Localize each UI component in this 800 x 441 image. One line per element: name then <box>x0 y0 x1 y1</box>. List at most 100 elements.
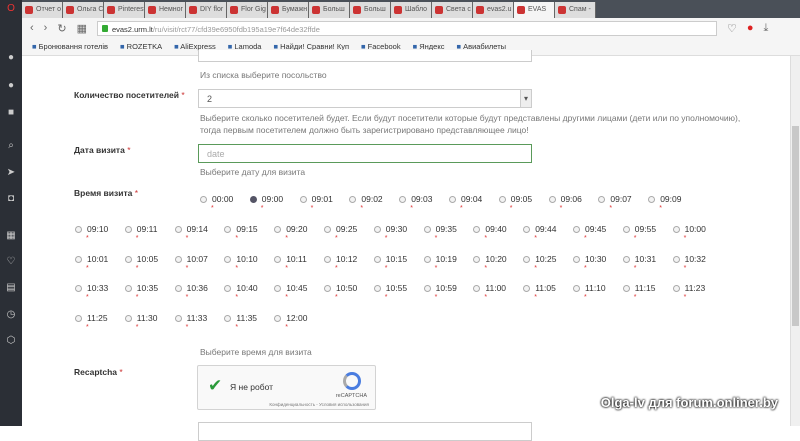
radio-circle[interactable] <box>75 314 82 322</box>
time-slot-radio[interactable]: 10:50 * <box>324 283 357 301</box>
time-slot-radio[interactable]: 11:10 * <box>573 283 606 301</box>
vk-icon[interactable]: ■ <box>5 107 17 119</box>
browser-tab[interactable]: Немног <box>145 2 186 18</box>
radio-circle[interactable] <box>249 196 257 203</box>
time-slot-radio[interactable]: 10:01 * <box>75 254 108 272</box>
radio-circle[interactable] <box>672 226 680 233</box>
time-slot-radio[interactable]: 09:04 * <box>449 194 482 212</box>
time-slot-radio[interactable]: 10:59 * <box>423 283 457 301</box>
time-slot-radio[interactable]: 10:19 * <box>423 254 457 272</box>
date-input[interactable]: date <box>198 144 532 163</box>
browser-tab[interactable]: DIY flor <box>186 2 227 18</box>
radio-circle[interactable] <box>672 285 680 292</box>
clock-icon[interactable]: ◷ <box>5 309 17 321</box>
time-slot-radio[interactable]: 09:20 * <box>274 224 307 242</box>
time-slot-radio[interactable]: 09:06 * <box>548 194 582 212</box>
time-slot-radio[interactable]: 10:36 * <box>174 283 208 301</box>
radio-circle[interactable] <box>224 285 232 292</box>
time-slot-radio[interactable]: 10:20 * <box>473 254 507 272</box>
radio-circle[interactable] <box>523 226 531 233</box>
time-slot-radio[interactable]: 00:00 * <box>200 194 233 212</box>
captcha-privacy-link[interactable]: Конфиденциальность - Условия использован… <box>269 402 369 407</box>
adblock-icon[interactable]: ● <box>747 22 754 34</box>
next-field[interactable] <box>198 422 532 441</box>
bookmark-heart-icon[interactable]: ♡ <box>727 22 737 35</box>
radio-circle[interactable] <box>75 255 82 263</box>
browser-tab[interactable]: Бумажн <box>268 2 309 18</box>
time-slot-radio[interactable]: 09:07 * <box>598 194 632 212</box>
time-slot-radio[interactable]: 11:00 * <box>473 283 506 301</box>
time-slot-radio[interactable]: 11:05 * <box>523 283 556 301</box>
radio-circle[interactable] <box>573 285 580 292</box>
time-slot-radio[interactable]: 09:30 * <box>373 224 407 242</box>
back-icon[interactable]: ‹ <box>30 22 34 34</box>
time-slot-radio[interactable]: 09:10 * <box>75 224 108 242</box>
browser-tab[interactable]: Спам - <box>555 2 596 18</box>
radio-circle[interactable] <box>473 226 481 233</box>
browser-tab[interactable]: Отчет о <box>22 2 63 18</box>
download-icon[interactable]: ⤓ <box>764 22 769 35</box>
radio-circle[interactable] <box>622 285 630 292</box>
time-slot-radio[interactable]: 09:35 * <box>423 224 457 242</box>
radio-circle[interactable] <box>373 285 381 292</box>
time-slot-radio[interactable]: 10:00 * <box>672 224 706 242</box>
scrollbar-thumb[interactable] <box>792 126 799 326</box>
embassy-select[interactable] <box>198 50 532 62</box>
time-slot-radio[interactable]: 11:35 * <box>224 313 257 331</box>
radio-circle[interactable] <box>648 196 656 203</box>
visitors-select[interactable]: 2 <box>198 89 532 108</box>
radio-circle[interactable] <box>200 196 207 203</box>
radio-circle[interactable] <box>473 255 481 263</box>
radio-circle[interactable] <box>373 226 381 233</box>
radio-circle[interactable] <box>224 314 232 322</box>
browser-tab[interactable]: Шабло <box>391 2 432 18</box>
time-slot-radio[interactable]: 11:15 * <box>622 283 655 301</box>
time-slot-radio[interactable]: 11:23 * <box>672 283 705 301</box>
radio-circle[interactable] <box>124 314 132 322</box>
radio-circle[interactable] <box>449 196 456 203</box>
radio-circle[interactable] <box>399 196 407 203</box>
browser-tab[interactable]: Flor Gig <box>227 2 268 18</box>
radio-circle[interactable] <box>523 255 531 263</box>
radio-circle[interactable] <box>75 285 82 292</box>
browser-tab[interactable]: Больш <box>309 2 350 18</box>
time-slot-radio[interactable]: 11:25 * <box>75 313 108 331</box>
radio-circle[interactable] <box>124 255 132 263</box>
time-slot-radio[interactable]: 10:05 * <box>124 254 158 272</box>
radio-circle[interactable] <box>622 226 630 233</box>
opera-logo-icon[interactable]: O <box>5 3 17 15</box>
time-slot-radio[interactable]: 12:00 * <box>274 313 307 331</box>
radio-circle[interactable] <box>124 226 132 233</box>
send-icon[interactable]: ➤ <box>5 167 17 179</box>
browser-tab[interactable]: Больш <box>350 2 391 18</box>
radio-circle[interactable] <box>324 285 331 292</box>
radio-circle[interactable] <box>75 226 82 233</box>
speed-dial-icon[interactable]: ▦ <box>77 22 87 35</box>
radio-circle[interactable] <box>324 226 331 233</box>
time-slot-radio[interactable]: 11:33 * <box>174 313 207 331</box>
radio-circle[interactable] <box>224 255 232 263</box>
camera-icon[interactable]: ◘ <box>5 193 17 205</box>
radio-circle[interactable] <box>349 196 357 203</box>
radio-circle[interactable] <box>672 255 680 263</box>
time-slot-radio[interactable]: 10:15 * <box>373 254 407 272</box>
radio-circle[interactable] <box>299 196 307 203</box>
whatsapp-icon[interactable]: ● <box>5 80 17 92</box>
radio-circle[interactable] <box>548 196 556 203</box>
time-slot-radio[interactable]: 09:14 * <box>174 224 208 242</box>
radio-circle[interactable] <box>224 226 232 233</box>
radio-circle[interactable] <box>498 196 506 203</box>
browser-tab[interactable]: evas2.u <box>473 2 514 18</box>
radio-circle[interactable] <box>174 285 182 292</box>
radio-circle[interactable] <box>473 285 481 292</box>
radio-circle[interactable] <box>324 255 331 263</box>
time-slot-radio[interactable]: 10:10 * <box>224 254 258 272</box>
time-slot-radio[interactable]: 09:44 * <box>523 224 556 242</box>
time-slot-radio[interactable]: 10:07 * <box>174 254 208 272</box>
radio-circle[interactable] <box>174 226 182 233</box>
time-slot-radio[interactable]: 09:15 * <box>224 224 258 242</box>
time-slot-radio[interactable]: 09:11 * <box>124 224 157 242</box>
radio-circle[interactable] <box>598 196 606 203</box>
time-slot-radio[interactable]: 11:30 * <box>124 313 157 331</box>
radio-circle[interactable] <box>274 255 282 263</box>
